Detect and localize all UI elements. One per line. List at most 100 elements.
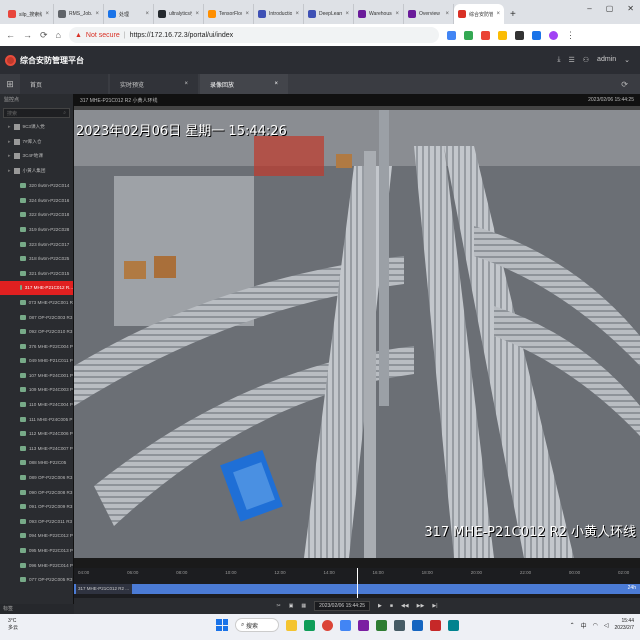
tree-group[interactable]: ▸ 9C3课入党 [0,120,73,135]
edge-icon[interactable] [304,619,315,631]
scissors-icon[interactable]: ✂ [276,603,280,609]
camera-item[interactable]: 096 MHE-P22C014 P [0,558,73,573]
extension-icon[interactable] [531,30,541,40]
extension-icon[interactable] [480,30,490,40]
extension-icon[interactable] [497,30,507,40]
close-icon[interactable]: × [274,81,278,87]
close-icon[interactable]: × [45,11,49,17]
camera-item[interactable]: 093 OP-P22C011 R3 [0,514,73,529]
camera-item[interactable]: 089 OP-P22C006 R3 [0,470,73,485]
close-icon[interactable]: × [184,81,188,87]
username[interactable]: admin [597,56,616,64]
tree-group[interactable]: ▸ 小黄人集团 [0,164,73,179]
camera-item[interactable]: 321 Ilwtm-P22C015 [0,266,73,281]
camera-item[interactable]: 087 OP-P22C003 R3 [0,310,73,325]
windows-start-icon[interactable] [216,619,228,631]
nav-tab[interactable]: 实时预览 × [110,74,198,94]
browser-tab[interactable]: Overview × [404,4,454,24]
camera-item[interactable]: 077 OP-P22C005 R3 [0,572,73,587]
camera-item[interactable]: 324 Ilwtm-P22C016 [0,193,73,208]
camera-item[interactable]: 095 MHE-P22C013 P [0,543,73,558]
camera-item[interactable]: 111 MHE-P24C005 P [0,412,73,427]
extension-icon[interactable] [463,30,473,40]
user-icon[interactable]: ⚇ [583,56,589,64]
chevron-right-icon[interactable]: ▸ [8,168,11,174]
app-icon[interactable] [430,619,441,631]
tree-group[interactable]: ▸ 3C4F地课 [0,149,73,164]
forward-icon[interactable]: → [23,30,32,40]
close-icon[interactable]: × [345,11,349,17]
camera-item[interactable]: 107 MHE-P24C001 P [0,368,73,383]
close-icon[interactable]: ✕ [627,4,634,13]
home-icon[interactable]: ⌂ [56,30,61,40]
refresh-icon[interactable]: ⟳ [621,80,628,89]
new-tab-icon[interactable]: + [510,9,516,20]
chevron-down-icon[interactable]: ⌄ [624,56,630,64]
close-icon[interactable]: × [195,11,199,17]
play-icon[interactable]: ▶ [378,603,382,609]
url-field[interactable]: ▲ Not secure | https://172.16.72.3/porta… [68,27,439,43]
ime-indicator[interactable]: 中 [581,621,587,630]
camera-item[interactable]: 073 MHE-P22C001 R [0,295,73,310]
wifi-icon[interactable]: ◠ [593,622,598,629]
stop-icon[interactable]: ■ [390,603,393,609]
minimize-icon[interactable]: – [587,4,591,13]
nav-tab[interactable]: 录像回放 × [200,74,288,94]
extension-icon[interactable] [514,30,524,40]
chevron-right-icon[interactable]: ▸ [8,153,11,159]
playback-timeline[interactable]: 04:00 06:00 08:00 10:00 12:00 14:00 16:00 18:00… [74,568,640,598]
close-icon[interactable]: × [496,11,500,17]
close-icon[interactable]: × [95,11,99,17]
close-icon[interactable]: × [295,11,299,17]
playback-time[interactable]: 2023/02/06 15:44:25 [314,601,371,611]
menu-icon[interactable]: ☰ [568,56,574,64]
taskbar-search[interactable]: ⌕ 搜索 [235,618,279,632]
browser-tab[interactable]: silp_搜索结果× [4,4,54,24]
volume-icon[interactable]: ◁ [604,622,609,629]
search-icon[interactable]: ⌕ [63,110,66,116]
camera-item[interactable]: 094 MHE-P22C012 P [0,529,73,544]
app-icon[interactable] [340,619,351,631]
grid-menu-icon[interactable]: ⊞ [0,79,20,90]
camera-item[interactable]: 320 Ilwtm-P22C014 [0,178,73,193]
browser-tab[interactable]: 处理 × [104,4,154,24]
close-icon[interactable]: × [395,11,399,17]
chrome-icon[interactable] [322,619,333,631]
app-icon[interactable] [448,619,459,631]
nav-tab[interactable]: 首页 [20,74,108,94]
camera-snapshot-icon[interactable]: ▣ [289,603,294,609]
camera-item[interactable]: 091 OP-P22C009 R3 [0,499,73,514]
browser-tab[interactable]: Warehouse...× [354,4,404,24]
maximize-icon[interactable]: ▢ [606,4,614,13]
extension-icon[interactable] [446,30,456,40]
app-icon[interactable] [358,619,369,631]
camera-item[interactable]: 088 MHE-P22C05 [0,456,73,471]
camera-item[interactable]: 376 MHE-P22C004 P [0,339,73,354]
browser-tab[interactable]: RMS_Job...× [54,4,104,24]
close-icon[interactable]: × [245,11,249,17]
camera-item[interactable]: 090 OP-P22C008 R3 [0,485,73,500]
tree-group[interactable]: ▸ 7#库入仓 [0,135,73,150]
step-icon[interactable]: ▶| [432,603,437,609]
app-icon[interactable] [412,619,423,631]
chevron-right-icon[interactable]: ▸ [8,139,11,145]
browser-tab[interactable]: ultralytics/y...× [154,4,204,24]
camera-search-input[interactable]: 搜索 ⌕ [3,108,70,118]
reload-icon[interactable]: ⟳ [40,30,48,41]
camera-item[interactable]: 112 MHE-P24C006 P [0,426,73,441]
browser-tab[interactable]: TensorFlow × [204,4,254,24]
browser-tab[interactable]: DeepLearni...× [304,4,354,24]
profile-avatar[interactable] [548,30,558,40]
chevron-right-icon[interactable]: ▸ [8,124,11,130]
sidebar-footer[interactable]: 标签 [0,604,74,614]
browser-tab[interactable]: 综合安防管理...× [454,4,504,24]
weather-widget[interactable]: 3°C 多云 [8,618,18,632]
camera-item[interactable]: 317 MHE-P21C012 R... [0,280,73,296]
video-player[interactable]: 2023年02月06日 星期一 15:44:26 317 MHE-P21C012… [74,106,640,558]
timeline-range-label[interactable]: 24h [628,585,636,591]
browser-tab[interactable]: Introductio...× [254,4,304,24]
fast-forward-icon[interactable]: ▶▶ [417,603,425,609]
app-icon[interactable] [376,619,387,631]
camera-item[interactable]: 092 OP-P22C010 R3 [0,324,73,339]
camera-item[interactable]: 319 Ilwtm-P22C028 [0,222,73,237]
